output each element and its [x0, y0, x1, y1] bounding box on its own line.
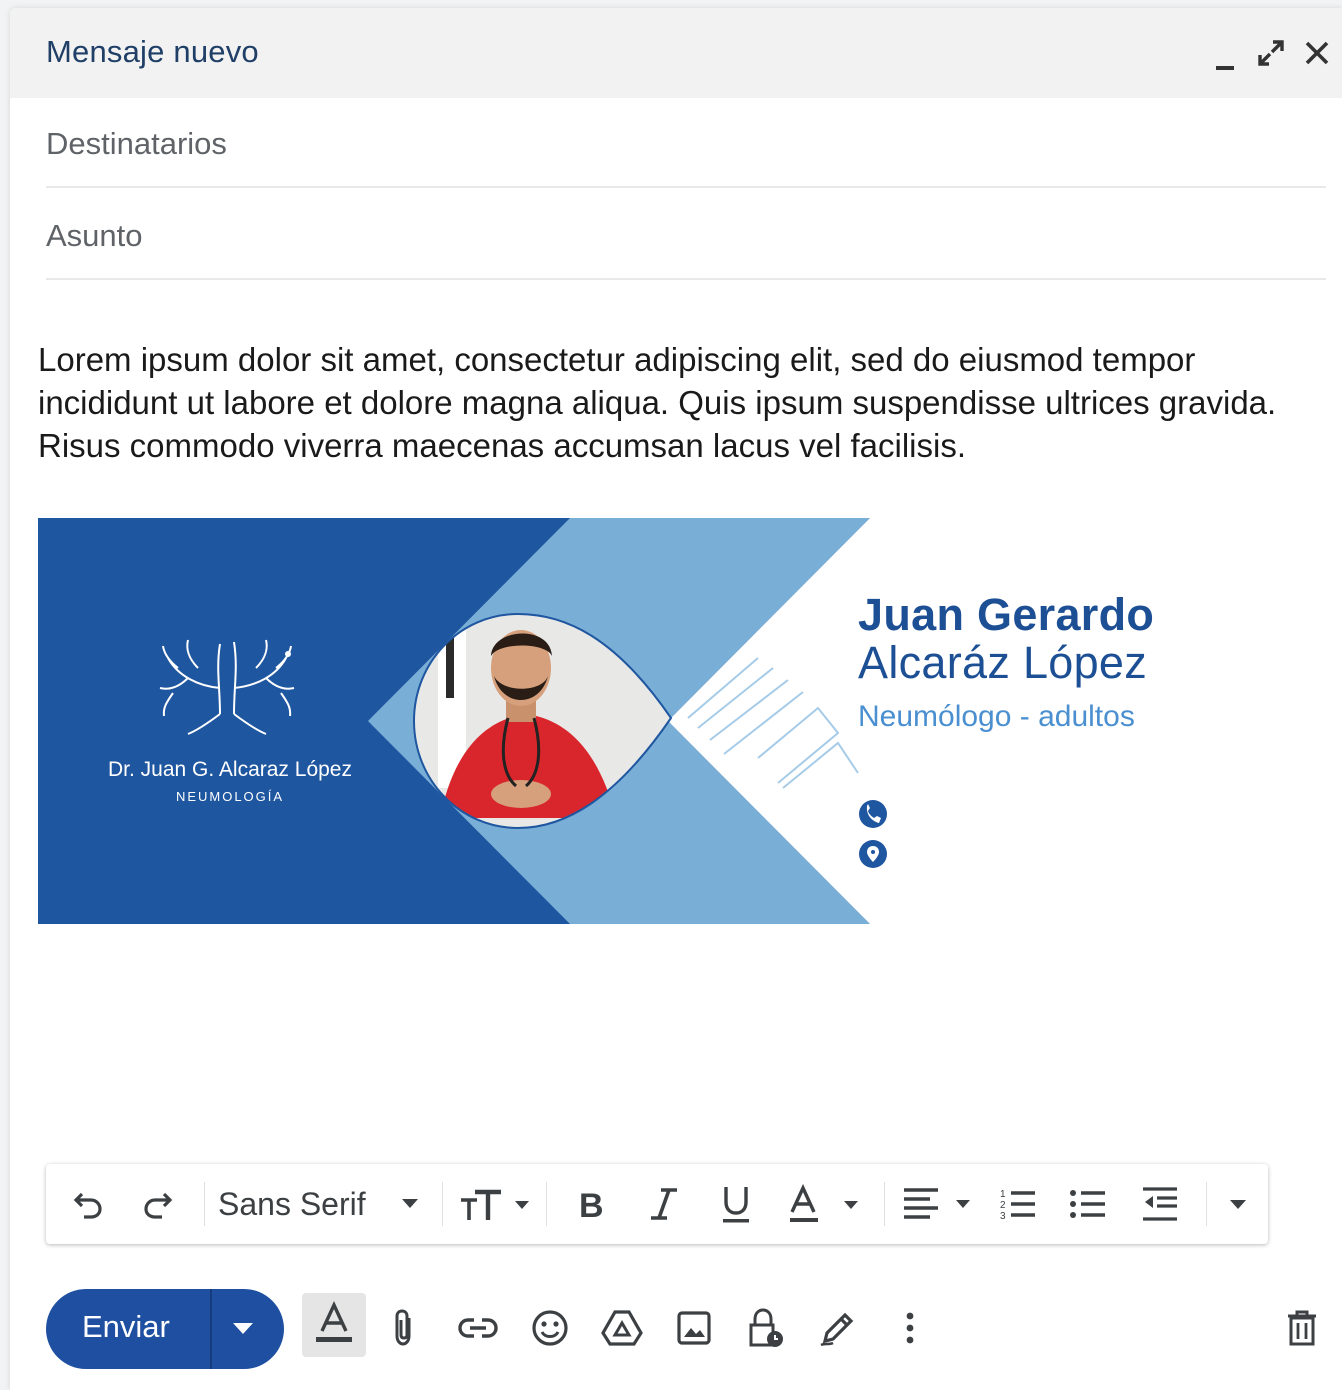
send-divider — [210, 1289, 212, 1369]
signature-name: Juan Gerardo Alcaráz López — [858, 591, 1154, 687]
photo-icon[interactable] — [670, 1304, 718, 1352]
phone-icon — [859, 800, 887, 828]
font-name: Sans Serif — [218, 1185, 366, 1222]
confidential-mode-icon[interactable] — [742, 1304, 790, 1352]
discard-icon[interactable] — [1278, 1304, 1326, 1352]
indent-less-icon[interactable] — [1136, 1164, 1184, 1244]
formatting-options-icon[interactable] — [302, 1293, 366, 1357]
chevron-down-icon — [402, 1199, 418, 1208]
message-body[interactable]: Lorem ipsum dolor sit amet, consectetur … — [38, 338, 1308, 467]
font-selector[interactable]: Sans Serif — [218, 1164, 434, 1244]
underline-icon[interactable] — [712, 1164, 760, 1244]
recipients-field[interactable]: Destinatarios — [46, 98, 1326, 188]
formatting-toolbar: Sans Serif B 123 — [46, 1164, 1268, 1244]
signature-logo-subtitle: NEUMOLOGÍA — [176, 789, 284, 804]
svg-text:B: B — [579, 1187, 604, 1221]
signature-name-line1: Juan Gerardo — [858, 589, 1155, 640]
more-formatting-icon[interactable] — [1214, 1164, 1262, 1244]
schedule-send-icon[interactable] — [232, 1321, 254, 1335]
bold-icon[interactable]: B — [568, 1164, 616, 1244]
link-icon[interactable] — [454, 1304, 502, 1352]
svg-text:1: 1 — [1000, 1189, 1006, 1200]
undo-icon[interactable] — [64, 1164, 112, 1244]
attach-icon[interactable] — [380, 1304, 428, 1352]
subject-placeholder: Asunto — [46, 218, 143, 253]
compose-header[interactable]: Mensaje nuevo — [10, 8, 1342, 98]
compose-actions: Enviar — [10, 1278, 1342, 1378]
subject-field[interactable]: Asunto — [46, 190, 1326, 280]
italic-icon[interactable] — [640, 1164, 688, 1244]
compose-title: Mensaje nuevo — [46, 34, 259, 69]
align-icon[interactable] — [898, 1164, 978, 1244]
minimize-icon[interactable] — [1214, 38, 1238, 79]
svg-text:2: 2 — [1000, 1200, 1006, 1211]
compose-window: Mensaje nuevo Destinatarios Asunto Lorem… — [10, 8, 1342, 1390]
signature-logo-name: Dr. Juan G. Alcaraz López — [108, 758, 352, 781]
location-pin-icon — [859, 840, 887, 868]
svg-text:3: 3 — [1000, 1211, 1006, 1222]
numbered-list-icon[interactable]: 123 — [994, 1164, 1042, 1244]
drive-icon[interactable] — [598, 1304, 646, 1352]
bulleted-list-icon[interactable] — [1064, 1164, 1112, 1244]
more-options-icon[interactable] — [886, 1304, 934, 1352]
font-size-icon[interactable] — [456, 1164, 534, 1244]
signature-name-line2: Alcaráz López — [858, 637, 1148, 688]
expand-icon[interactable] — [1256, 38, 1286, 73]
recipients-placeholder: Destinatarios — [46, 126, 227, 161]
signature-role: Neumólogo - adultos — [858, 700, 1135, 733]
close-icon[interactable] — [1304, 40, 1330, 71]
emoji-icon[interactable] — [526, 1304, 574, 1352]
signature-icon[interactable] — [814, 1304, 862, 1352]
redo-icon[interactable] — [134, 1164, 182, 1244]
text-color-icon[interactable] — [784, 1164, 864, 1244]
send-button-label: Enviar — [82, 1309, 170, 1344]
send-button[interactable]: Enviar — [46, 1289, 284, 1369]
